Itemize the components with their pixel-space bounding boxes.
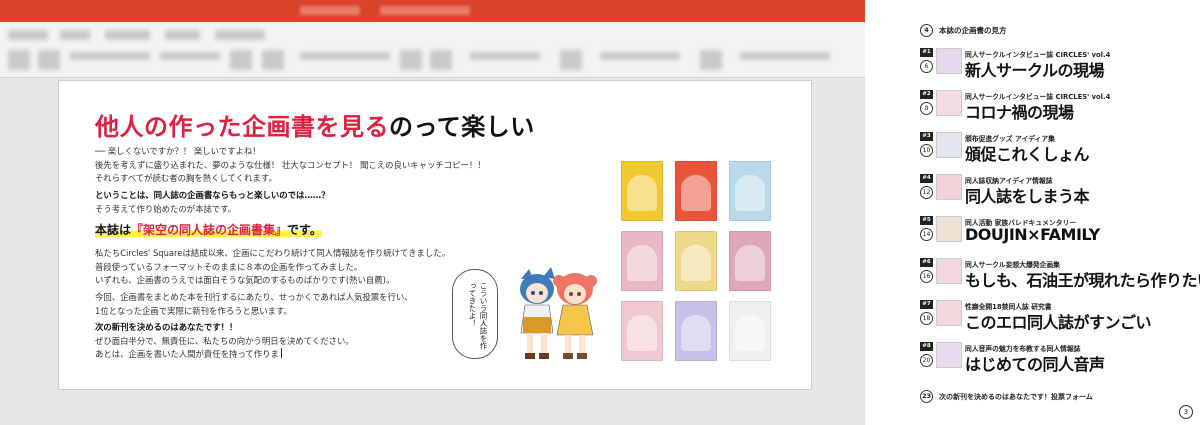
entry-thumbnail (936, 258, 962, 284)
entry-page-number: 18 (920, 312, 933, 325)
toc-entry[interactable]: #2 8 同人サークルインタビュー誌 CIRCLES' vol.4 コロナ禍の現場 (920, 90, 1200, 124)
entry-number-badge: #5 (920, 216, 933, 225)
toc-entry[interactable]: #8 20 同人音声の魅力を布教する同人情報誌 はじめての同人音声 (920, 342, 1200, 376)
entry-thumbnail (936, 90, 962, 116)
entry-title: 同人誌をしまう本 (965, 187, 1090, 206)
entry-title: 新人サークルの現場 (965, 61, 1105, 80)
book-cover-thumbnail (675, 161, 717, 221)
entry-thumbnail (936, 132, 962, 158)
entry-thumbnail (936, 48, 962, 74)
story-paragraph: 私たちCircles' Squareは結成以来、企画にこだわり続けて同人情報誌を… (95, 248, 451, 285)
book-cover-thumbnail (621, 231, 663, 291)
entry-page-number: 12 (920, 186, 933, 199)
plan-paragraph: 今回、企画書をまとめた本を刊行するにあたり、せっかくであれば人気投票を行い、 1… (95, 292, 413, 316)
highlight-statement: 本誌は『架空の同人誌の企画書集』です。 (95, 223, 322, 237)
book-cover-thumbnail (675, 231, 717, 291)
book-cover-thumbnail (729, 231, 771, 291)
entry-title: DOUJIN×FAMILY (965, 225, 1100, 244)
entry-title: このエロ同人誌がすンごい (965, 313, 1152, 332)
entry-page-number: 20 (920, 354, 933, 367)
headline-black-part: のって楽しい (389, 112, 535, 141)
speech-bubble: こういう同人誌を作ってきたよ！ (452, 269, 498, 359)
mascot-characters-illustration (520, 267, 597, 359)
book-cover-thumbnail (621, 301, 663, 361)
toc-entry[interactable]: #5 14 同人活動 家族バレドキュメンタリー DOUJIN×FAMILY (920, 216, 1200, 250)
entry-title: 頒促これくしょん (965, 145, 1090, 164)
entry-number-badge: #6 (920, 258, 933, 267)
question-paragraph: ということは、同人誌の企画書ならもっと楽しいのでは……？ そう考えて作り始めたの… (95, 190, 330, 214)
book-cover-thumbnail (729, 301, 771, 361)
toc-header-page: 4 (920, 24, 933, 37)
toc-entry[interactable]: #1 6 同人サークルインタビュー誌 CIRCLES' vol.4 新人サークルの現場 (920, 48, 1200, 82)
slide-canvas[interactable]: 他人の作った企画書を見るのって楽しい ── 楽しくないですか？！ 楽しいですよね… (58, 80, 812, 390)
window-titlebar (0, 0, 865, 22)
vote-form-link[interactable]: 23 次の新刊を決めるのはあなたです！投票フォーム (920, 390, 1093, 403)
toc-entry[interactable]: #616同人サークル妄想大爆発企画集もしも、石油王が現れたら作りたい同人誌 (920, 258, 1200, 292)
entry-page-number: 16 (920, 270, 933, 283)
entry-number-badge: #4 (920, 174, 933, 183)
entry-page-number: 14 (920, 228, 933, 241)
entry-thumbnail (936, 216, 962, 242)
entry-page-number: 10 (920, 144, 933, 157)
book-cover-thumbnail (675, 301, 717, 361)
entry-page-number: 8 (920, 102, 933, 115)
entry-thumbnail (936, 174, 962, 200)
entry-number-badge: #8 (920, 342, 933, 351)
slide-headline: 他人の作った企画書を見るのって楽しい (95, 107, 535, 142)
entry-title: はじめての同人音声 (965, 355, 1105, 374)
toc-entry[interactable]: #7 18 性癖全開18禁同人誌 研究書 このエロ同人誌がすンごい (920, 300, 1200, 334)
toc-entry[interactable]: #3 10 頒布促進グッズ アイディア集 頒促これくしょん (920, 132, 1200, 166)
table-of-contents: 4 本誌の企画書の見方 #1 6 同人サークルインタビュー誌 CIRCLES' vo… (865, 0, 1200, 425)
book-cover-thumbnail (729, 161, 771, 221)
entry-thumbnail (936, 300, 962, 326)
entry-thumbnail (936, 342, 962, 368)
toc-header[interactable]: 4 本誌の企画書の見方 (920, 24, 1007, 37)
entry-title: もしも、石油王が現れたら作りたい同人誌 (965, 271, 1200, 290)
book-cover-thumbnail (621, 161, 663, 221)
vote-form-label: 次の新刊を決めるのはあなたです！投票フォーム (939, 392, 1093, 401)
entry-number-badge: #2 (920, 90, 933, 99)
entry-number-badge: #3 (920, 132, 933, 141)
headline-red-part: 他人の作った企画書を見る (95, 112, 389, 141)
entry-number-badge: #1 (920, 48, 933, 57)
toc-entry[interactable]: #4 12 同人誌収納アイディア情報誌 同人誌をしまう本 (920, 174, 1200, 208)
page-number: 3 (1179, 405, 1193, 419)
intro-paragraph: ── 楽しくないですか？！ 楽しいですよね！ 後先を考えずに盛り込まれた、夢のよ… (95, 146, 486, 183)
toolbar-ribbon[interactable] (0, 22, 865, 78)
entry-title: コロナ禍の現場 (965, 103, 1074, 122)
vote-form-page: 23 (920, 390, 933, 403)
entry-number-badge: #7 (920, 300, 933, 309)
entry-page-number: 6 (920, 60, 933, 73)
text-cursor (280, 348, 282, 358)
toc-header-title: 本誌の企画書の見方 (939, 26, 1007, 35)
decide-paragraph[interactable]: 次の新刊を決めるのはあなたです！！ ぜひ面白半分で、無責任に、私たちの向かう明日… (95, 321, 354, 362)
presentation-app: 他人の作った企画書を見るのって楽しい ── 楽しくないですか？！ 楽しいですよね… (0, 0, 865, 425)
